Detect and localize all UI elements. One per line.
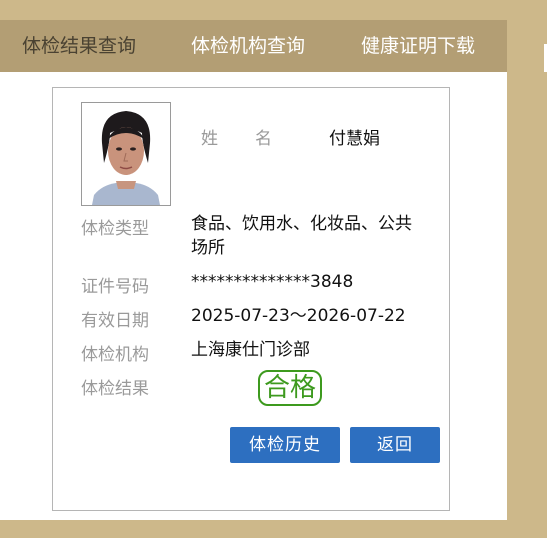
name-value: 付慧娟	[329, 129, 380, 149]
main-panel: 姓名 付慧娟 体检类型 食品、饮用水、化妆品、公共场所 证件号码 *******…	[0, 72, 507, 520]
portrait-image	[82, 103, 170, 205]
nav-tab-result-query[interactable]: 体检结果查询	[22, 20, 136, 72]
pass-status-badge: 合格	[258, 370, 322, 406]
valid-date-value: 2025-07-23～2026-07-22	[191, 306, 406, 326]
name-label: 姓名	[201, 124, 272, 149]
exam-type-label: 体检类型	[81, 219, 149, 239]
back-button[interactable]: 返回	[350, 427, 440, 463]
institution-label: 体检机构	[81, 345, 149, 365]
nav-tab-institution-query[interactable]: 体检机构查询	[191, 20, 305, 72]
id-photo	[81, 102, 171, 206]
exam-history-button[interactable]: 体检历史	[230, 427, 340, 463]
institution-value: 上海康仕门诊部	[191, 340, 310, 360]
result-label: 体检结果	[81, 379, 149, 399]
top-nav: 体检结果查询 体检机构查询 健康证明下载	[0, 20, 507, 72]
valid-date-label: 有效日期	[81, 311, 149, 331]
name-label-char-2: 名	[255, 129, 272, 149]
right-border	[507, 72, 547, 538]
nav-tab-certificate-download[interactable]: 健康证明下载	[361, 20, 475, 72]
id-number-value: **************3848	[191, 272, 354, 292]
result-card: 姓名 付慧娟 体检类型 食品、饮用水、化妆品、公共场所 证件号码 *******…	[52, 87, 450, 511]
exam-type-value: 食品、饮用水、化妆品、公共场所	[191, 214, 412, 258]
name-label-char-1: 姓	[201, 129, 218, 149]
bottom-border	[0, 520, 547, 538]
id-number-label: 证件号码	[81, 277, 149, 297]
top-border	[0, 0, 547, 20]
